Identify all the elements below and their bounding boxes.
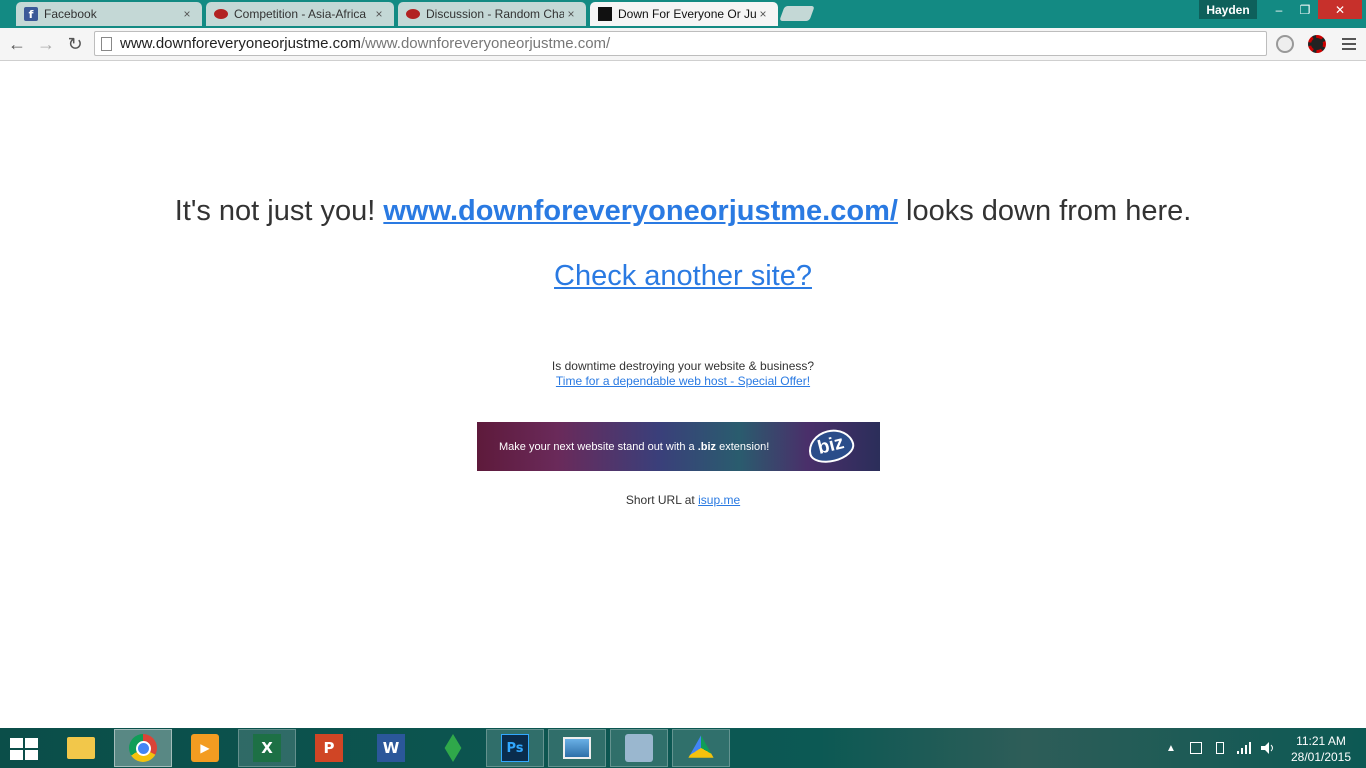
tab-close-icon[interactable]: ×: [756, 7, 770, 21]
url-host: www.downforeveryoneorjustme.com: [120, 35, 361, 52]
short-url-label: Short URL at: [625, 493, 699, 507]
gear-icon: [1308, 35, 1326, 53]
taskbar-setup[interactable]: [610, 729, 668, 767]
downforeveryone-icon: [598, 7, 612, 21]
url-path: /www.downforeveryoneorjustme.com/: [360, 35, 611, 52]
headline-suffix: looks down from here.: [897, 195, 1192, 227]
tab-close-icon[interactable]: ×: [180, 7, 194, 21]
photoshop-icon: Ps: [501, 734, 529, 762]
page-icon: [101, 36, 112, 51]
tab-facebook[interactable]: f Facebook ×: [16, 2, 202, 26]
tab-title: Discussion - Random Chat: [426, 7, 564, 21]
windows-taskbar: ▶ X P W Ps ▲ 11:21 AM 28/01/2015: [0, 728, 1366, 768]
taskbar-powerpoint[interactable]: P: [300, 729, 358, 767]
promo-block: Is downtime destroying your website & bu…: [0, 359, 1366, 389]
extension-button[interactable]: [1273, 32, 1297, 56]
new-tab-button[interactable]: [779, 6, 815, 21]
taskbar-google-drive[interactable]: [672, 729, 730, 767]
promo-question: Is downtime destroying your website & bu…: [551, 359, 815, 373]
chrome-menu-button[interactable]: [1338, 33, 1360, 55]
checked-site-link[interactable]: www.downforeveryoneorjustme.com/: [383, 195, 898, 227]
biz-ad-banner[interactable]: Make your next website stand out with a …: [477, 422, 880, 471]
headline-prefix: It's not just you!: [174, 195, 384, 227]
football-icon: [406, 9, 420, 19]
signal-icon: [1237, 742, 1251, 754]
tab-title: Competition - Asia-Africa: [234, 7, 367, 21]
short-url-link[interactable]: isup.me: [698, 493, 740, 507]
profile-button[interactable]: Hayden: [1199, 0, 1257, 19]
browser-toolbar: ← → ↻ www.downforeveryoneorjustme.com/ww…: [0, 28, 1366, 61]
tab-title: Facebook: [44, 7, 97, 21]
football-icon: [214, 9, 228, 19]
taskbar-excel[interactable]: X: [238, 729, 296, 767]
close-window-button[interactable]: ✕: [1318, 0, 1362, 19]
tab-discussion[interactable]: Discussion - Random Chat ×: [398, 2, 586, 26]
tab-competition[interactable]: Competition - Asia-Africa ×: [206, 2, 394, 26]
minimize-button[interactable]: –: [1266, 0, 1292, 19]
tab-close-icon[interactable]: ×: [564, 7, 578, 21]
hamburger-icon: [1342, 38, 1356, 40]
plumbob-icon: [444, 734, 462, 762]
tab-downforeveryone[interactable]: Down For Everyone Or Just Me ×: [590, 2, 778, 26]
start-button[interactable]: [10, 738, 38, 760]
clock-date: 28/01/2015: [1290, 750, 1352, 764]
tray-network-icon[interactable]: [1236, 728, 1252, 768]
chrome-icon: [129, 734, 157, 762]
check-another-container: Check another site?: [0, 260, 1366, 293]
reload-button[interactable]: ↻: [63, 32, 87, 56]
folder-icon: [67, 737, 95, 759]
taskbar-file-explorer[interactable]: [52, 729, 110, 767]
clock-time: 11:21 AM: [1296, 734, 1346, 748]
biz-logo: biz: [804, 424, 858, 468]
promo-link[interactable]: Time for a dependable web host - Special…: [556, 374, 810, 388]
check-another-site-link[interactable]: Check another site?: [554, 260, 812, 292]
taskbar-the-sims[interactable]: [424, 729, 482, 767]
tray-power-icon[interactable]: [1212, 728, 1228, 768]
back-button[interactable]: ←: [5, 32, 29, 56]
google-drive-icon: [688, 735, 714, 758]
excel-icon: X: [253, 734, 281, 762]
taskbar-photos[interactable]: [548, 729, 606, 767]
system-clock[interactable]: 11:21 AM 28/01/2015: [1284, 733, 1358, 765]
media-player-icon: ▶: [191, 734, 219, 762]
taskbar-chrome[interactable]: [114, 729, 172, 767]
tray-volume-icon[interactable]: [1260, 728, 1276, 768]
maximize-button[interactable]: ❐: [1292, 0, 1318, 19]
forward-button[interactable]: →: [34, 32, 58, 56]
speaker-icon: [1261, 742, 1273, 754]
extension-icon: [1276, 35, 1294, 53]
setup-icon: [625, 734, 653, 762]
taskbar-media-player[interactable]: ▶: [176, 729, 234, 767]
show-hidden-icons-button[interactable]: ▲: [1164, 728, 1178, 768]
status-headline: It's not just you! www.downforeveryoneor…: [0, 195, 1366, 228]
tab-close-icon[interactable]: ×: [372, 7, 386, 21]
taskbar-photoshop[interactable]: Ps: [486, 729, 544, 767]
word-icon: W: [377, 734, 405, 762]
tab-title: Down For Everyone Or Just Me: [618, 7, 756, 21]
browser-title-bar: f Facebook × Competition - Asia-Africa ×…: [0, 0, 1366, 28]
photos-icon: [563, 737, 591, 759]
taskbar-word[interactable]: W: [362, 729, 420, 767]
banner-text: Make your next website stand out with a …: [499, 440, 770, 453]
extension-button[interactable]: [1305, 32, 1329, 56]
short-url: Short URL at isup.me: [0, 493, 1366, 507]
address-bar[interactable]: www.downforeveryoneorjustme.com/www.down…: [94, 31, 1267, 56]
facebook-icon: f: [24, 7, 38, 21]
windows-logo-icon: [10, 738, 23, 748]
tray-security-icon[interactable]: [1188, 728, 1204, 768]
powerpoint-icon: P: [315, 734, 343, 762]
page-content: It's not just you! www.downforeveryoneor…: [0, 62, 1366, 728]
